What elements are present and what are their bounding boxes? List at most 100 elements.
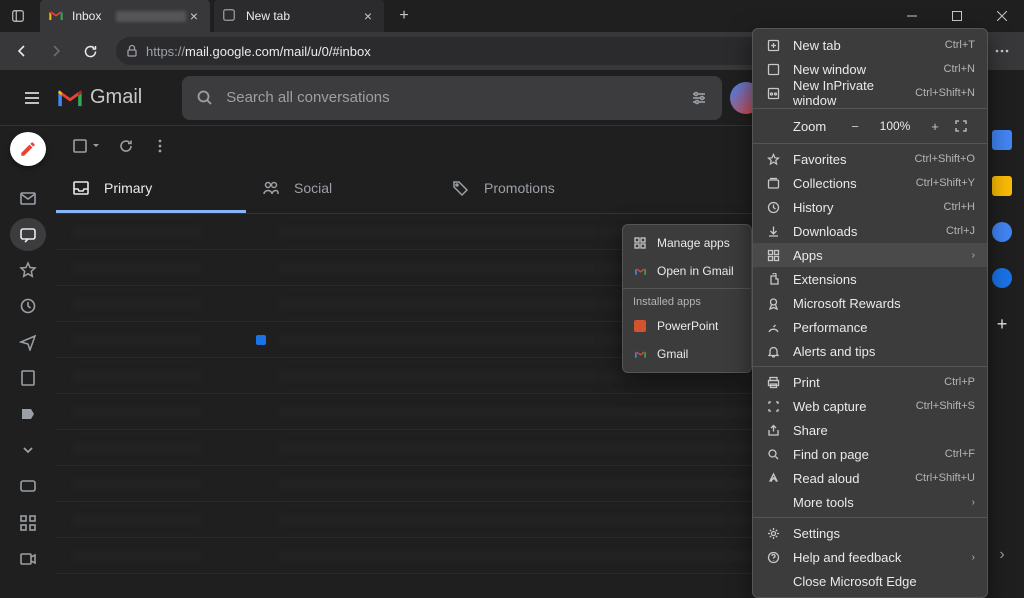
nav-chat-bottom[interactable] xyxy=(10,470,46,504)
tab-close-button[interactable]: × xyxy=(360,8,376,24)
nav-more[interactable] xyxy=(10,433,46,467)
menu-share[interactable]: Share xyxy=(753,418,987,442)
browser-tab-new[interactable]: New tab × xyxy=(214,0,384,32)
nav-drafts[interactable] xyxy=(10,361,46,395)
tab-close-button[interactable]: × xyxy=(186,8,202,24)
submenu-app-gmail[interactable]: Gmail xyxy=(623,340,751,368)
gmail-logo[interactable]: Gmail xyxy=(56,86,142,109)
tab-title: New tab xyxy=(246,9,360,23)
chevron-right-icon: › xyxy=(972,552,975,563)
zoom-out-button[interactable]: − xyxy=(845,119,865,134)
submenu-label: Manage apps xyxy=(657,236,730,250)
keep-app-icon[interactable] xyxy=(992,176,1012,196)
gmail-icon xyxy=(633,347,647,361)
powerpoint-icon xyxy=(633,319,647,333)
social-icon xyxy=(262,179,280,197)
contacts-app-icon[interactable] xyxy=(992,268,1012,288)
menu-more-tools[interactable]: More tools› xyxy=(753,490,987,514)
print-icon xyxy=(765,376,781,389)
apps-submenu: Manage apps Open in Gmail Installed apps… xyxy=(622,224,752,373)
history-icon xyxy=(765,201,781,214)
zoom-in-button[interactable]: + xyxy=(925,119,945,134)
menu-new-tab[interactable]: New tabCtrl+T xyxy=(753,33,987,57)
menu-collections[interactable]: CollectionsCtrl+Shift+Y xyxy=(753,171,987,195)
submenu-app-powerpoint[interactable]: PowerPoint xyxy=(623,312,751,340)
gmail-logo-icon xyxy=(56,87,84,109)
search-options-icon[interactable] xyxy=(690,89,708,107)
share-icon xyxy=(765,424,781,437)
submenu-label: Gmail xyxy=(657,347,688,361)
main-menu-button[interactable] xyxy=(8,74,56,122)
menu-performance[interactable]: Performance xyxy=(753,315,987,339)
nav-labels[interactable] xyxy=(10,397,46,431)
nav-spaces[interactable] xyxy=(10,506,46,540)
capture-icon xyxy=(765,400,781,413)
close-window-button[interactable] xyxy=(979,0,1024,32)
menu-inprivate[interactable]: New InPrivate windowCtrl+Shift+N xyxy=(753,81,987,105)
refresh-button[interactable] xyxy=(74,35,106,67)
menu-print[interactable]: PrintCtrl+P xyxy=(753,370,987,394)
add-app-button[interactable]: + xyxy=(997,314,1008,335)
nav-starred[interactable] xyxy=(10,253,46,287)
download-icon xyxy=(765,225,781,238)
nav-inbox[interactable] xyxy=(10,182,46,216)
chevron-right-icon: › xyxy=(972,497,975,508)
menu-zoom: Zoom−100%+ xyxy=(753,112,987,140)
tab-label: Primary xyxy=(104,180,152,196)
menu-favorites[interactable]: FavoritesCtrl+Shift+O xyxy=(753,147,987,171)
nav-meet[interactable] xyxy=(10,542,46,576)
menu-extensions[interactable]: Extensions xyxy=(753,267,987,291)
tab-label: Promotions xyxy=(484,180,555,196)
nav-snoozed[interactable] xyxy=(10,289,46,323)
tab-label: Social xyxy=(294,180,332,196)
menu-downloads[interactable]: DownloadsCtrl+J xyxy=(753,219,987,243)
menu-apps[interactable]: Apps› xyxy=(753,243,987,267)
nav-sent[interactable] xyxy=(10,325,46,359)
forward-button[interactable] xyxy=(40,35,72,67)
menu-history[interactable]: HistoryCtrl+H xyxy=(753,195,987,219)
menu-read-aloud[interactable]: Read aloudCtrl+Shift+U xyxy=(753,466,987,490)
submenu-open-gmail[interactable]: Open in Gmail xyxy=(623,257,751,285)
newtab-icon xyxy=(765,39,781,52)
lock-icon xyxy=(126,44,138,58)
menu-rewards[interactable]: Microsoft Rewards xyxy=(753,291,987,315)
browser-tab-inbox[interactable]: Inbox × xyxy=(40,0,210,32)
select-all-checkbox[interactable] xyxy=(72,138,100,154)
search-input[interactable]: Search all conversations xyxy=(182,76,722,120)
back-button[interactable] xyxy=(6,35,38,67)
search-placeholder: Search all conversations xyxy=(226,89,678,106)
submenu-header: Installed apps xyxy=(623,292,751,312)
nav-chat[interactable] xyxy=(10,218,46,252)
fullscreen-button[interactable] xyxy=(955,120,975,132)
menu-alerts[interactable]: Alerts and tips xyxy=(753,339,987,363)
tab-social[interactable]: Social xyxy=(246,166,436,213)
rewards-icon xyxy=(765,297,781,310)
help-icon xyxy=(765,551,781,564)
submenu-manage-apps[interactable]: Manage apps xyxy=(623,229,751,257)
tag-icon xyxy=(452,179,470,197)
calendar-app-icon[interactable] xyxy=(992,130,1012,150)
compose-button[interactable] xyxy=(10,132,46,166)
tasks-app-icon[interactable] xyxy=(992,222,1012,242)
side-panel-collapse[interactable]: › xyxy=(999,546,1004,564)
refresh-mail-button[interactable] xyxy=(118,138,134,154)
more-options-button[interactable] xyxy=(986,35,1018,67)
star-icon xyxy=(765,153,781,166)
find-icon xyxy=(765,448,781,461)
apps-grid-icon xyxy=(633,236,647,250)
menu-find[interactable]: Find on pageCtrl+F xyxy=(753,442,987,466)
more-mail-button[interactable] xyxy=(152,138,168,154)
submenu-label: Open in Gmail xyxy=(657,264,734,278)
menu-web-capture[interactable]: Web captureCtrl+Shift+S xyxy=(753,394,987,418)
new-tab-button[interactable]: + xyxy=(390,2,418,30)
menu-close-edge[interactable]: Close Microsoft Edge xyxy=(753,569,987,593)
menu-help[interactable]: Help and feedback› xyxy=(753,545,987,569)
menu-settings[interactable]: Settings xyxy=(753,521,987,545)
newtab-favicon-icon xyxy=(222,8,238,24)
unread-indicator xyxy=(256,335,266,345)
read-aloud-icon xyxy=(765,472,781,485)
tab-primary[interactable]: Primary xyxy=(56,166,246,213)
tab-promotions[interactable]: Promotions xyxy=(436,166,626,213)
tab-actions-button[interactable] xyxy=(0,0,36,32)
gmail-brand-text: Gmail xyxy=(90,86,142,109)
